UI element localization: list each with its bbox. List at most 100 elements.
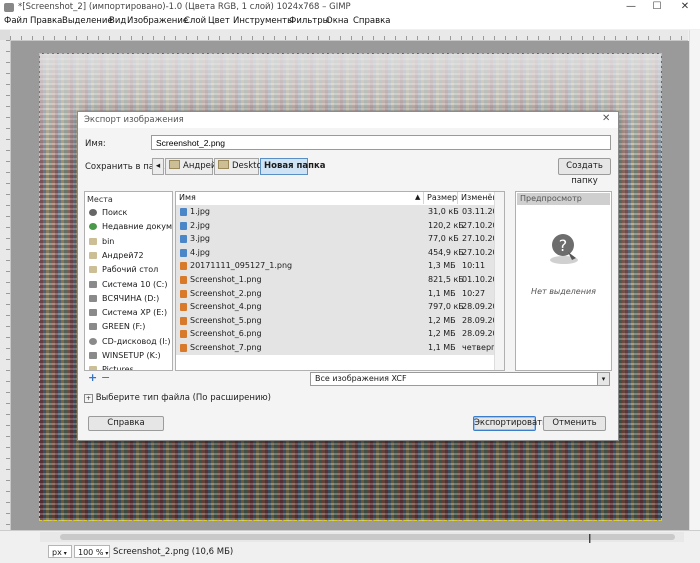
window-title: *[Screenshot_2] (импортировано)-1.0 (Цве… <box>18 2 351 12</box>
file-name: 2.jpg <box>190 220 211 230</box>
file-size: 120,2 кБ <box>428 220 464 230</box>
file-name: Screenshot_1.png <box>190 275 262 284</box>
export-dialog: Экспорт изображения ✕ Имя: Сохранить в п… <box>77 111 619 441</box>
chevron-down-icon: ▾ <box>597 373 609 385</box>
place-item[interactable]: ВСЯЧИНА (D:) <box>85 292 172 305</box>
vertical-scrollbar[interactable] <box>689 30 700 530</box>
create-folder-button[interactable]: Создать папку <box>558 158 611 186</box>
file-row[interactable]: Screenshot_4.png 797,0 кБ 28.09.2017 <box>176 300 504 314</box>
menu-edit[interactable]: Правка <box>30 16 62 26</box>
breadcrumb-new-folder[interactable]: Новая папка <box>260 158 325 175</box>
breadcrumb-home[interactable]: Андрей72 <box>165 158 227 175</box>
file-image-icon <box>180 330 187 339</box>
svg-text:?: ? <box>559 236 568 255</box>
unit-select[interactable]: px ▾ <box>48 545 72 558</box>
place-item[interactable]: CD-дисковод (I:) <box>85 335 172 348</box>
expander-plus-icon: + <box>84 394 93 403</box>
minimize-button[interactable]: — <box>618 0 644 15</box>
column-size[interactable]: Размер <box>424 192 458 204</box>
sort-arrow-icon: ▲ <box>415 193 421 201</box>
zoom-select[interactable]: 100 % ▾ <box>74 545 110 558</box>
place-item[interactable]: Система 10 (C:) <box>85 278 172 291</box>
file-size: 77,0 кБ <box>428 234 459 244</box>
file-name: 20171111_095127_1.png <box>190 261 293 271</box>
dialog-close-button[interactable]: ✕ <box>602 113 610 124</box>
file-row[interactable]: Screenshot_2.png 1,1 МБ 10:27 <box>176 287 494 301</box>
filename-input[interactable] <box>151 135 611 150</box>
zoom-value: 100 % <box>78 548 104 557</box>
file-name: Screenshot_6.png <box>190 329 262 339</box>
scrollbar-thumb[interactable] <box>60 534 675 540</box>
breadcrumb-desktop[interactable]: Desktop <box>214 158 267 175</box>
column-name[interactable]: Имя <box>176 192 424 204</box>
file-row[interactable]: 2.jpg 120,2 кБ 27.10.2017 <box>176 219 504 233</box>
menu-select[interactable]: Выделение <box>62 16 113 26</box>
question-mark-icon: ? <box>550 234 578 264</box>
file-row[interactable]: 3.jpg 77,0 кБ 27.10.2017 <box>176 232 504 246</box>
file-row[interactable]: Screenshot_1.png 821,5 кБ 01.10.2017 <box>176 273 504 287</box>
dialog-titlebar: Экспорт изображения ✕ <box>78 112 618 128</box>
folder-icon <box>89 237 97 245</box>
unit-value: px <box>52 548 62 557</box>
menu-color[interactable]: Цвет <box>208 16 230 26</box>
menu-file[interactable]: Файл <box>4 16 27 26</box>
file-row[interactable]: 4.jpg 454,9 кБ 27.10.2017 <box>176 246 504 260</box>
close-button[interactable]: ✕ <box>672 0 698 15</box>
file-name: Screenshot_2.png <box>190 288 262 298</box>
cd-icon <box>89 337 97 345</box>
folder-icon <box>89 266 97 274</box>
file-list-scrollbar[interactable] <box>494 192 504 370</box>
file-name: 1.jpg <box>190 207 211 216</box>
file-name: Screenshot_7.png <box>190 343 262 352</box>
cancel-button[interactable]: Отменить <box>543 416 606 431</box>
menu-image[interactable]: Изображение <box>127 16 188 26</box>
place-item[interactable]: Поиск <box>85 206 172 219</box>
menu-help[interactable]: Справка <box>353 16 390 26</box>
horizontal-ruler[interactable] <box>10 30 688 41</box>
column-modified[interactable]: Изменён <box>458 192 498 204</box>
ruler-corner[interactable] <box>0 30 10 40</box>
place-item[interactable]: GREEN (F:) <box>85 320 172 333</box>
add-place-button[interactable]: + <box>88 371 97 384</box>
vertical-ruler[interactable] <box>0 40 11 530</box>
status-info: Screenshot_2.png (10,6 МБ) <box>113 547 234 557</box>
place-item[interactable]: Система XP (E:) <box>85 306 172 319</box>
menu-windows[interactable]: Окна <box>326 16 349 26</box>
file-type-expander[interactable]: + Выберите тип файла (По расширению) <box>84 393 271 403</box>
menu-layer[interactable]: Слой <box>184 16 206 26</box>
remove-place-button[interactable]: − <box>101 371 110 384</box>
file-row[interactable]: Screenshot_6.png 1,2 МБ 28.09.2017 <box>176 327 504 341</box>
help-button[interactable]: Справка <box>88 416 164 431</box>
file-row[interactable]: 20171111_095127_1.png 1,3 МБ 10:11 <box>176 259 494 273</box>
file-row[interactable]: Screenshot_5.png 1,2 МБ 28.09.2017 <box>176 314 504 328</box>
folder-icon <box>169 160 180 169</box>
file-list: Имя ▲ Размер Изменён 1.jpg 31,0 кБ 03.11.2… <box>175 191 505 371</box>
file-size: 821,5 кБ <box>428 275 464 284</box>
place-item[interactable]: Недавние докум... <box>85 220 172 233</box>
dialog-title: Экспорт изображения <box>84 115 184 125</box>
breadcrumb-label: Новая папка <box>264 161 326 171</box>
file-image-icon <box>180 316 187 325</box>
file-size: 1,1 МБ <box>428 343 456 352</box>
place-item[interactable]: Pictures <box>85 363 172 370</box>
place-label: WINSETUP (K:) <box>102 351 161 360</box>
place-item[interactable]: WINSETUP (K:) <box>85 349 172 362</box>
menu-filters[interactable]: Фильтры <box>289 16 329 26</box>
file-row[interactable]: 1.jpg 31,0 кБ 03.11.2017 <box>176 205 504 219</box>
export-button[interactable]: Экспортировать <box>473 416 547 431</box>
place-item[interactable]: Андрей72 <box>85 249 172 262</box>
file-image-icon <box>180 248 187 257</box>
preview-header: Предпросмотр <box>517 193 610 205</box>
menu-tools[interactable]: Инструменты <box>233 16 294 26</box>
place-item[interactable]: bin <box>85 235 172 248</box>
place-label: Поиск <box>102 208 128 217</box>
maximize-button[interactable]: ☐ <box>644 0 670 15</box>
place-item[interactable]: Рабочий стол <box>85 263 172 276</box>
file-filter-select[interactable]: Все изображения XCF ▾ <box>310 372 610 386</box>
file-image-icon <box>180 276 187 284</box>
menu-view[interactable]: Вид <box>109 16 126 26</box>
recent-icon <box>89 223 97 231</box>
breadcrumb-back-button[interactable]: ◂ <box>152 158 164 175</box>
file-row[interactable]: Screenshot_7.png 1,1 МБ четверг <box>176 341 495 355</box>
file-size: 1,1 МБ <box>428 288 456 298</box>
